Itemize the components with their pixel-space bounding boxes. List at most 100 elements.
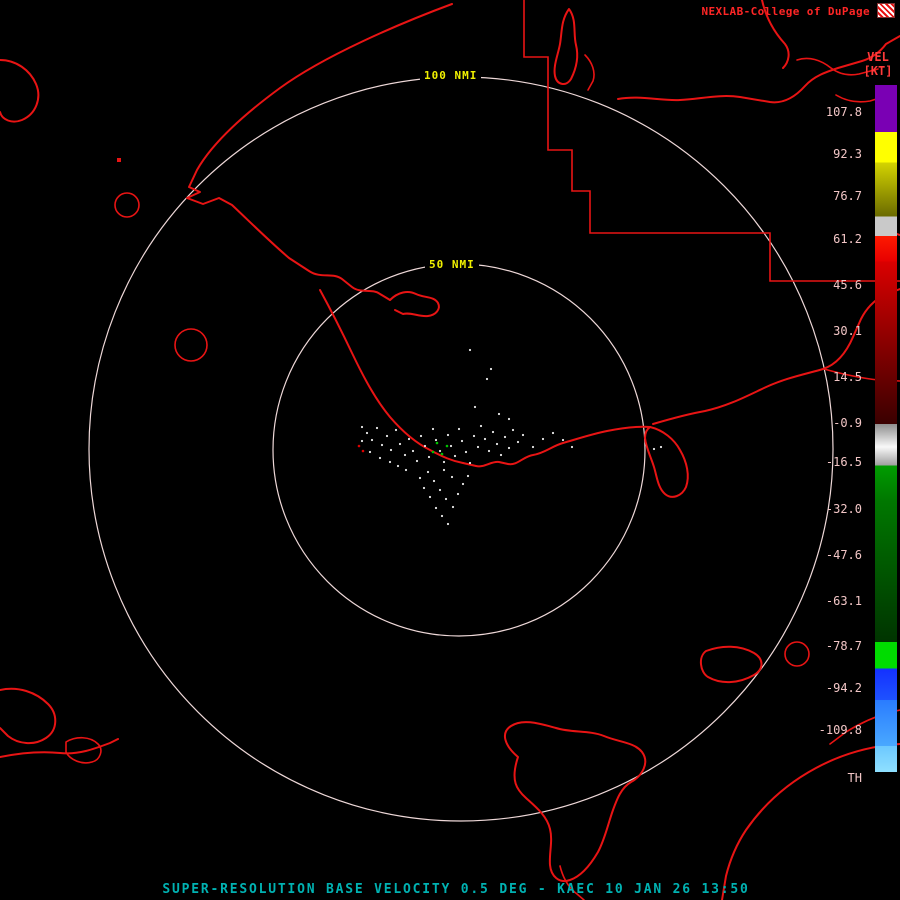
velocity-echo — [457, 427, 461, 431]
velocity-echo — [428, 495, 432, 499]
scale-tick-label: 92.3 — [833, 147, 862, 161]
ring-label-50nmi: 50 NMI — [425, 257, 479, 272]
coastline-center-east — [462, 425, 651, 468]
velocity-echo — [485, 377, 489, 381]
velocity-echo — [411, 449, 415, 453]
peninsula-loop — [644, 426, 689, 498]
ring-label-100nmi: 100 NMI — [420, 68, 482, 83]
scale-title-vel: VEL — [867, 50, 889, 64]
velocity-echo — [472, 434, 476, 438]
velocity-echo — [468, 348, 472, 352]
velocity-echo — [403, 453, 407, 457]
coastline-northeast — [652, 288, 900, 425]
velocity-echo — [445, 444, 449, 448]
velocity-echo — [422, 486, 426, 490]
velocity-echo — [507, 417, 511, 421]
velocity-echo — [491, 430, 495, 434]
scale-tick-label: -16.5 — [825, 455, 862, 469]
velocity-echo — [361, 449, 365, 453]
island-bottom-right-large — [503, 721, 647, 882]
velocity-echo — [370, 438, 374, 442]
scale-tick-label: 14.5 — [833, 370, 862, 384]
velocity-colorbar — [875, 85, 897, 777]
velocity-echo — [479, 424, 483, 428]
dupage-logo-icon — [877, 3, 895, 18]
velocity-echo — [440, 452, 444, 456]
scale-tick-label: 45.6 — [833, 278, 862, 292]
map-dot-left — [117, 158, 121, 162]
scale-tick-label: -32.0 — [825, 502, 862, 516]
range-rings — [88, 76, 834, 822]
velocity-echo — [419, 434, 423, 438]
velocity-echo — [375, 426, 379, 430]
velocity-echo — [423, 444, 427, 448]
velocity-echo — [378, 456, 382, 460]
velocity-echo — [434, 506, 438, 510]
velocity-echo — [426, 470, 430, 474]
coastline-diagonal — [319, 289, 464, 464]
blob-top-left — [0, 59, 40, 123]
island-small-bottom-right — [700, 645, 763, 683]
velocity-echo — [483, 437, 487, 441]
velocity-echo — [431, 427, 435, 431]
velocity-echo — [357, 444, 361, 448]
blob-bottom-left — [0, 687, 57, 744]
velocity-echo — [435, 441, 439, 445]
range-ring-100nmi — [88, 76, 834, 822]
radar-display: 100 NMI 50 NMI NEXLAB-College of DuPage … — [0, 0, 900, 900]
velocity-echo — [495, 442, 499, 446]
velocity-echo — [652, 447, 656, 451]
velocity-echo — [385, 434, 389, 438]
velocity-echo — [473, 405, 477, 409]
velocity-echo — [460, 439, 464, 443]
velocity-echo — [388, 460, 392, 464]
velocity-echo — [432, 479, 436, 483]
threshold-label: TH — [847, 771, 862, 785]
geography-layer — [0, 0, 900, 900]
velocity-echo — [438, 449, 442, 453]
velocity-echo — [521, 433, 525, 437]
velocity-echo — [659, 445, 663, 449]
scale-tick-label: -94.2 — [825, 681, 862, 695]
velocity-echo — [368, 450, 372, 454]
velocity-echo — [487, 449, 491, 453]
scale-tick-label: 30.1 — [833, 324, 862, 338]
velocity-echo — [551, 431, 555, 435]
lake-circle-left-1 — [114, 192, 140, 218]
velocity-echo — [451, 505, 455, 509]
island-top-right-1 — [553, 8, 579, 85]
range-ring-50nmi — [272, 263, 646, 637]
velocity-echo — [461, 482, 465, 486]
velocity-echo — [511, 428, 515, 432]
velocity-echo — [389, 448, 393, 452]
velocity-echo — [444, 497, 448, 501]
blob-bottom-left-2 — [65, 736, 102, 764]
velocity-echo — [570, 445, 574, 449]
velocity-echo — [415, 459, 419, 463]
velocity-echo — [365, 431, 369, 435]
velocity-echo — [450, 475, 454, 479]
scale-tick-label: 76.7 — [833, 189, 862, 203]
velocity-echo — [516, 440, 520, 444]
scale-tick-label: 61.2 — [833, 232, 862, 246]
scale-tick-label: -0.9 — [833, 416, 862, 430]
velocity-echo — [499, 453, 503, 457]
velocity-echo — [398, 442, 402, 446]
velocity-echo — [561, 438, 565, 442]
velocity-echo — [476, 445, 480, 449]
velocity-echo — [380, 443, 384, 447]
velocity-echo — [446, 433, 450, 437]
velocity-echo — [464, 450, 468, 454]
velocity-echo — [497, 412, 501, 416]
coastline-bay-hook — [389, 291, 440, 318]
velocity-echo — [427, 455, 431, 459]
coastline-northwest — [186, 3, 453, 301]
scale-title: VEL [KT] — [858, 50, 898, 78]
velocity-echo — [466, 474, 470, 478]
lake-circle-left-2 — [174, 328, 208, 362]
velocity-echo — [503, 435, 507, 439]
velocity-echo — [418, 476, 422, 480]
velocity-echo — [360, 439, 364, 443]
scale-tick-label: -63.1 — [825, 594, 862, 608]
velocity-echo — [489, 367, 493, 371]
